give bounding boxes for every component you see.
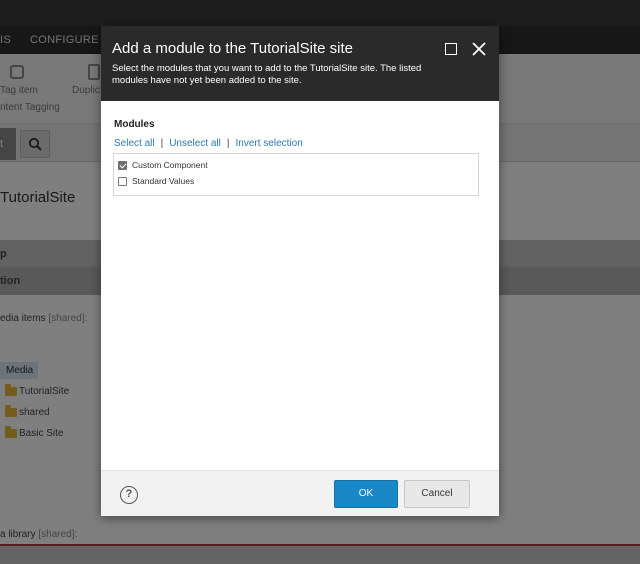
module-item-standard-values[interactable]: Standard Values <box>118 174 194 188</box>
selection-links: Select all | Unselect all | Invert selection <box>114 138 303 149</box>
module-checkbox[interactable] <box>118 176 127 186</box>
module-checkbox-checked[interactable] <box>118 160 127 170</box>
modules-heading: Modules <box>114 119 155 130</box>
add-module-dialog: Add a module to the TutorialSite site Se… <box>101 26 499 516</box>
maximize-icon <box>445 43 457 55</box>
unselect-all-link[interactable]: Unselect all <box>169 138 221 149</box>
module-item-custom-component[interactable]: Custom Component <box>118 158 208 172</box>
ok-button[interactable]: OK <box>334 480 398 508</box>
close-button[interactable] <box>470 40 488 58</box>
dialog-subtitle: Select the modules that you want to add … <box>112 63 422 86</box>
invert-selection-link[interactable]: Invert selection <box>236 138 303 149</box>
close-icon <box>472 42 486 56</box>
link-separator: | <box>160 138 164 149</box>
link-separator: | <box>226 138 230 149</box>
cancel-button[interactable]: Cancel <box>404 480 470 508</box>
module-label: Standard Values <box>132 176 195 186</box>
select-all-link[interactable]: Select all <box>114 138 155 149</box>
dialog-title: Add a module to the TutorialSite site <box>112 40 353 57</box>
maximize-button[interactable] <box>443 40 461 58</box>
module-list: Custom Component Standard Values <box>113 153 479 196</box>
help-icon[interactable]: ? <box>120 486 138 504</box>
dialog-footer: ? OK Cancel <box>101 470 499 516</box>
module-label: Custom Component <box>132 160 208 170</box>
dialog-header: Add a module to the TutorialSite site Se… <box>101 26 499 101</box>
